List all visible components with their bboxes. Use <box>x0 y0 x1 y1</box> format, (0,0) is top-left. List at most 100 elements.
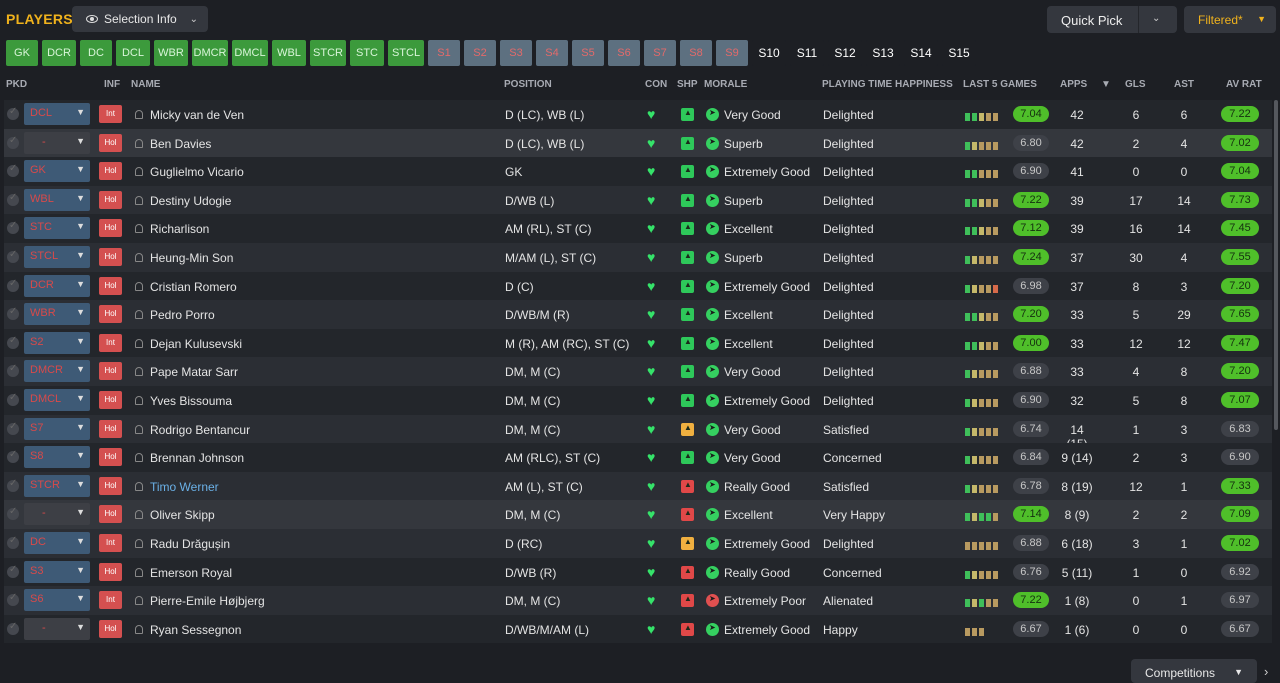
position-button[interactable]: S9 <box>716 40 748 66</box>
position-picker[interactable]: - ▼ <box>24 617 90 640</box>
checkbox[interactable] <box>7 592 19 607</box>
checkbox[interactable] <box>7 363 19 378</box>
col-happiness[interactable]: PLAYING TIME HAPPINESS <box>822 79 953 90</box>
checkbox[interactable] <box>7 220 19 235</box>
table-row[interactable]: DCL ▼ Int Micky van de Ven D (LC), WB (L) ♥ Ve… <box>4 100 1272 129</box>
checkbox[interactable] <box>7 506 19 521</box>
position-button[interactable]: STCL <box>388 40 424 66</box>
position-picker[interactable]: WBL ▼ <box>24 188 90 211</box>
player-name[interactable]: Pape Matar Sarr <box>150 365 238 379</box>
info-badge[interactable]: Hol <box>99 162 122 181</box>
position-button[interactable]: S6 <box>608 40 640 66</box>
info-badge[interactable]: Hol <box>99 419 122 438</box>
position-picker[interactable]: DCL ▼ <box>24 103 90 125</box>
position-picker[interactable]: DMCR ▼ <box>24 360 90 383</box>
col-pkd[interactable]: PKD <box>6 79 27 90</box>
col-gls[interactable]: GLS <box>1125 79 1146 90</box>
position-picker[interactable]: STCR ▼ <box>24 474 90 497</box>
checkbox[interactable] <box>7 392 19 406</box>
table-row[interactable]: S2 ▼ Int Dejan Kulusevski M (R), AM (RC), ST… <box>4 328 1272 358</box>
player-name[interactable]: Destiny Udogie <box>150 194 231 208</box>
checkbox[interactable] <box>7 249 19 263</box>
table-row[interactable]: -▼HolRyan SessegnonD/WB/M/AM (L)♥Extreme… <box>4 614 1272 644</box>
checkbox[interactable] <box>7 192 19 206</box>
player-name[interactable]: Richarlison <box>150 222 209 236</box>
col-avrat[interactable]: AV RAT <box>1226 79 1262 90</box>
checkbox[interactable] <box>7 335 19 349</box>
position-button[interactable]: S11 <box>790 40 824 66</box>
table-row[interactable]: -▼HolOliver SkippDM, M (C)♥ExcellentVery… <box>4 500 1272 529</box>
info-badge[interactable]: Hol <box>99 219 122 238</box>
table-row[interactable]: DCR ▼ Hol Cristian Romero D (C) ♥ Extremely Go… <box>4 271 1272 301</box>
position-button[interactable]: S3 <box>500 40 532 66</box>
position-button[interactable]: WBL <box>272 40 306 66</box>
info-badge[interactable]: Hol <box>99 505 122 524</box>
position-button[interactable]: DCL <box>116 40 150 66</box>
info-badge[interactable]: Hol <box>99 362 122 381</box>
table-row[interactable]: S6 ▼ Int Pierre-Emile Højbjerg DM, M (C) ♥ Ext… <box>4 586 1272 615</box>
info-badge[interactable]: Hol <box>99 190 122 209</box>
player-name[interactable]: Timo Werner <box>150 480 219 494</box>
info-badge[interactable]: Hol <box>99 133 122 152</box>
table-row[interactable]: DMCR ▼ Hol Pape Matar Sarr DM, M (C) ♥ Very Go… <box>4 357 1272 386</box>
table-row[interactable]: DC ▼ Int Radu Drăgușin D (RC) ♥ Extremely Good… <box>4 528 1272 558</box>
filter-button[interactable]: Filtered* ▼ <box>1184 6 1276 33</box>
position-picker[interactable]: S7 ▼ <box>24 417 90 440</box>
info-badge[interactable]: Hol <box>99 562 122 581</box>
col-ast[interactable]: AST <box>1174 79 1194 90</box>
position-button[interactable]: DMCR <box>192 40 228 66</box>
checkbox[interactable] <box>7 278 19 292</box>
position-picker[interactable]: WBR ▼ <box>24 303 90 326</box>
info-badge[interactable]: Hol <box>99 247 122 266</box>
player-name[interactable]: Pedro Porro <box>150 308 215 322</box>
player-name[interactable]: Ben Davies <box>150 137 211 151</box>
player-name[interactable]: Cristian Romero <box>150 280 237 294</box>
position-picker[interactable]: S8 ▼ <box>24 446 90 469</box>
position-picker[interactable]: DCR ▼ <box>24 274 90 297</box>
checkbox[interactable] <box>7 421 19 435</box>
player-name[interactable]: Pierre-Emile Højbjerg <box>150 594 265 608</box>
table-row[interactable]: STC ▼ Hol Richarlison AM (RL), ST (C) ♥ Excell… <box>4 214 1272 243</box>
checkbox[interactable] <box>7 106 19 120</box>
player-name[interactable]: Oliver Skipp <box>150 508 215 522</box>
position-button[interactable]: S4 <box>536 40 568 66</box>
player-name[interactable]: Guglielmo Vicario <box>150 165 244 179</box>
position-picker[interactable]: STCL ▼ <box>24 245 90 268</box>
checkbox[interactable] <box>7 535 19 549</box>
col-con[interactable]: CON <box>645 79 667 90</box>
position-picker[interactable]: S3 ▼ <box>24 560 90 583</box>
position-picker[interactable]: DMCL ▼ <box>24 388 90 411</box>
info-badge[interactable]: Hol <box>99 276 122 295</box>
position-button[interactable]: S12 <box>828 40 862 66</box>
col-shp[interactable]: SHP <box>677 79 698 90</box>
position-picker[interactable]: GK ▼ <box>24 160 90 183</box>
position-button[interactable]: GK <box>6 40 38 66</box>
position-button[interactable]: S13 <box>866 40 900 66</box>
table-row[interactable]: DMCL ▼ Hol Yves Bissouma DM, M (C) ♥ Extremely… <box>4 385 1272 415</box>
position-button[interactable]: S14 <box>904 40 938 66</box>
info-badge[interactable]: Int <box>99 533 122 552</box>
col-morale[interactable]: MORALE <box>704 79 747 90</box>
player-name[interactable]: Heung-Min Son <box>150 251 233 265</box>
position-picker[interactable]: S6 ▼ <box>24 589 90 612</box>
col-apps[interactable]: APPS <box>1060 79 1087 90</box>
col-position[interactable]: POSITION <box>504 79 552 90</box>
chevron-right-icon[interactable]: › <box>1264 664 1268 679</box>
info-badge[interactable]: Hol <box>99 305 122 324</box>
table-row[interactable]: S7 ▼ Hol Rodrigo Bentancur DM, M (C) ♥ Very Go… <box>4 414 1272 451</box>
info-badge[interactable]: Hol <box>99 476 122 495</box>
position-button[interactable]: DC <box>80 40 112 66</box>
position-button[interactable]: S10 <box>752 40 786 66</box>
player-name[interactable]: Yves Bissouma <box>150 394 232 408</box>
checkbox[interactable] <box>7 135 19 149</box>
checkbox[interactable] <box>7 449 19 464</box>
checkbox[interactable] <box>7 621 19 635</box>
table-row[interactable]: WBR ▼ Hol Pedro Porro D/WB/M (R) ♥ Excellent De… <box>4 300 1272 329</box>
position-picker[interactable]: - ▼ <box>24 131 90 154</box>
table-row[interactable]: WBL ▼ Hol Destiny Udogie D/WB (L) ♥ Superb Deli… <box>4 185 1272 215</box>
table-row[interactable]: S8 ▼ Hol Brennan Johnson AM (RLC), ST (C) ♥ Ve… <box>4 443 1272 472</box>
col-name[interactable]: NAME <box>131 79 160 90</box>
position-button[interactable]: S7 <box>644 40 676 66</box>
quick-pick-button[interactable]: Quick Pick ⌄ <box>1047 6 1177 33</box>
position-picker[interactable]: STC ▼ <box>24 217 90 240</box>
